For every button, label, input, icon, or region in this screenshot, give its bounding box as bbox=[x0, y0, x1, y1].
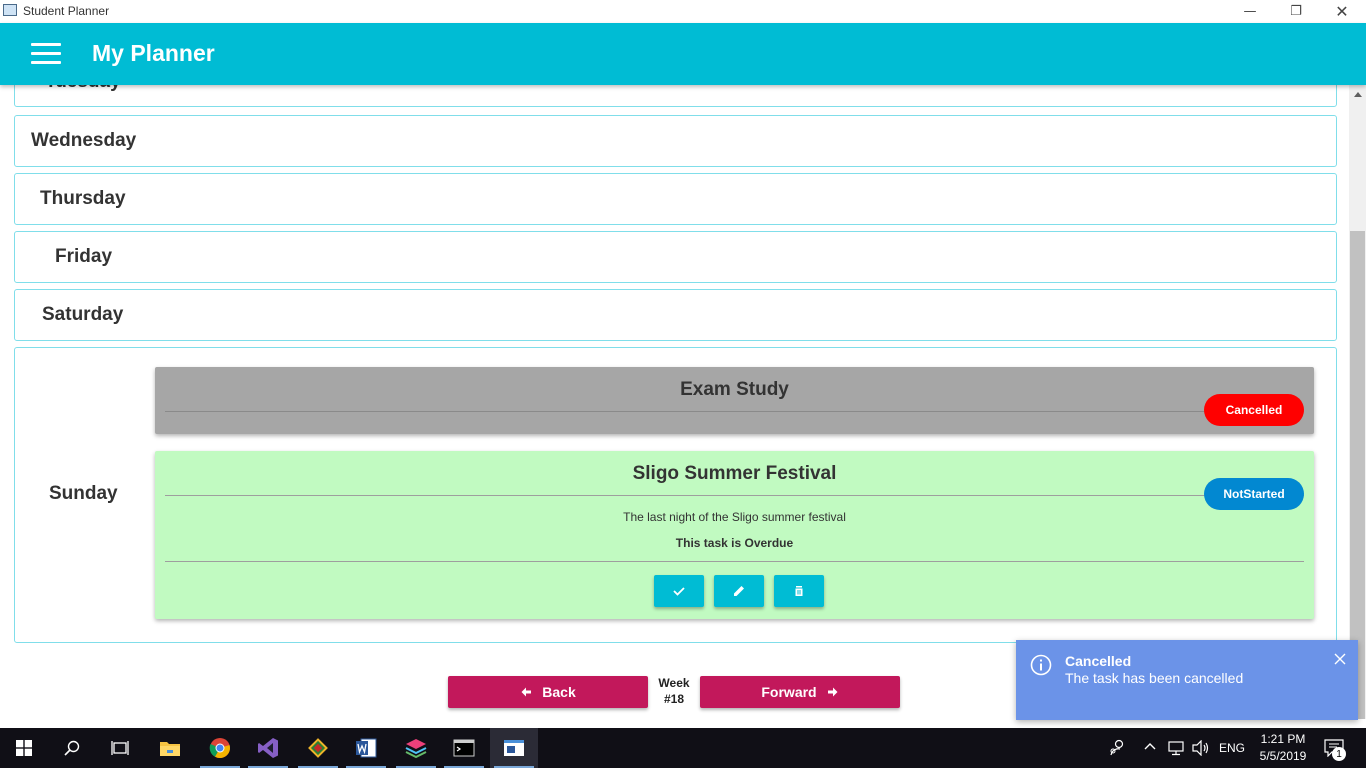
notification-count-badge: 1 bbox=[1332, 747, 1346, 761]
task-title: Sligo Summer Festival bbox=[632, 463, 837, 484]
close-button[interactable]: ✕ bbox=[1319, 0, 1365, 23]
task-description: The last night of the Sligo summer festi… bbox=[623, 510, 846, 524]
complete-task-button[interactable] bbox=[654, 575, 704, 607]
day-card-tuesday[interactable]: Tuesday bbox=[14, 85, 1337, 107]
week-indicator: Week #18 bbox=[648, 675, 700, 707]
trash-icon bbox=[795, 586, 803, 596]
windows-start-icon[interactable] bbox=[0, 728, 48, 768]
back-button-label: Back bbox=[542, 684, 576, 700]
day-card-wednesday[interactable]: Wednesday bbox=[14, 115, 1337, 167]
pencil-icon bbox=[734, 586, 744, 596]
task-view-icon[interactable] bbox=[96, 728, 144, 768]
command-prompt-icon[interactable] bbox=[440, 728, 488, 768]
window-titlebar: Student Planner — ❐ ✕ bbox=[0, 0, 1366, 23]
vertical-scrollbar[interactable] bbox=[1349, 85, 1366, 719]
back-button[interactable]: Back bbox=[448, 676, 648, 708]
check-icon bbox=[673, 587, 685, 596]
week-number: #18 bbox=[663, 692, 685, 706]
minimize-button[interactable]: — bbox=[1227, 0, 1273, 23]
visual-studio-icon[interactable] bbox=[244, 728, 292, 768]
day-label-wednesday: Wednesday bbox=[31, 130, 137, 151]
day-label-sunday: Sunday bbox=[49, 483, 118, 504]
window-title: Student Planner bbox=[23, 4, 110, 18]
task-title: Exam Study bbox=[680, 379, 789, 400]
toast-message: The task has been cancelled bbox=[1065, 670, 1244, 686]
task-card-cancelled[interactable]: Exam Study Cancelled bbox=[155, 367, 1314, 434]
word-icon[interactable] bbox=[342, 728, 390, 768]
day-label-saturday: Saturday bbox=[42, 304, 124, 325]
forward-button[interactable]: Forward bbox=[700, 676, 900, 708]
close-icon[interactable] bbox=[1334, 653, 1346, 665]
page-title: My Planner bbox=[92, 40, 215, 66]
taskbar: ENG 1:21 PM 5/5/2019 1 bbox=[0, 728, 1366, 768]
status-badge: Cancelled bbox=[1204, 394, 1304, 426]
edit-task-button[interactable] bbox=[714, 575, 764, 607]
task-divider bbox=[165, 561, 1304, 562]
day-label-tuesday: Tuesday bbox=[45, 85, 121, 93]
menu-icon[interactable] bbox=[31, 43, 61, 65]
toast-notification: Cancelled The task has been cancelled bbox=[1016, 640, 1358, 720]
day-card-saturday[interactable]: Saturday bbox=[14, 289, 1337, 341]
restore-button[interactable]: ❐ bbox=[1273, 0, 1319, 23]
clock-date[interactable]: 5/5/2019 bbox=[1256, 749, 1310, 763]
day-label-thursday: Thursday bbox=[40, 188, 126, 209]
arrow-right-icon bbox=[827, 687, 838, 697]
chrome-icon[interactable] bbox=[196, 728, 244, 768]
volume-icon[interactable] bbox=[1192, 740, 1210, 756]
status-badge: NotStarted bbox=[1204, 478, 1304, 510]
task-divider bbox=[165, 411, 1304, 412]
file-explorer-icon[interactable] bbox=[146, 728, 194, 768]
toast-title: Cancelled bbox=[1065, 653, 1132, 669]
task-card-notstarted[interactable]: Sligo Summer Festival NotStarted The las… bbox=[155, 451, 1314, 619]
task-divider bbox=[165, 495, 1304, 496]
student-planner-taskbar-icon[interactable] bbox=[490, 728, 538, 768]
scroll-up-arrow-icon[interactable] bbox=[1349, 85, 1366, 102]
forward-button-label: Forward bbox=[761, 684, 817, 700]
input-language[interactable]: ENG bbox=[1219, 741, 1245, 755]
day-card-thursday[interactable]: Thursday bbox=[14, 173, 1337, 225]
day-card-friday[interactable]: Friday bbox=[14, 231, 1337, 283]
stack-app-icon[interactable] bbox=[392, 728, 440, 768]
search-icon[interactable] bbox=[48, 728, 96, 768]
people-icon[interactable] bbox=[1109, 739, 1125, 757]
network-icon[interactable] bbox=[1167, 740, 1185, 756]
delete-task-button[interactable] bbox=[774, 575, 824, 607]
chevron-up-icon[interactable] bbox=[1144, 742, 1156, 750]
clock-time[interactable]: 1:21 PM bbox=[1256, 732, 1310, 746]
info-icon bbox=[1030, 654, 1052, 676]
arrow-left-icon bbox=[521, 687, 532, 697]
day-label-friday: Friday bbox=[55, 246, 113, 267]
app-icon bbox=[3, 4, 17, 16]
week-label: Week bbox=[658, 676, 690, 690]
git-tool-icon[interactable] bbox=[294, 728, 342, 768]
app-bar: My Planner bbox=[0, 23, 1366, 85]
planner-content: Tuesday Wednesday Thursday Friday Saturd… bbox=[10, 85, 1349, 719]
task-overdue-note: This task is Overdue bbox=[675, 536, 794, 550]
